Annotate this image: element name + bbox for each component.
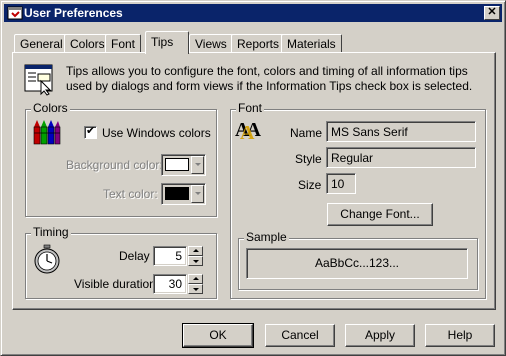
tab-colors-label: Colors (70, 37, 105, 51)
visible-duration-decrement-button[interactable] (188, 284, 203, 294)
visible-duration-increment-button[interactable] (188, 274, 203, 284)
help-button[interactable]: Help (425, 324, 495, 347)
font-size-label: Size (298, 178, 322, 192)
background-color-label: Background color: (66, 158, 163, 172)
sample-preview: AaBbCc...123... (246, 248, 468, 279)
chevron-down-icon (195, 163, 201, 166)
visible-duration-spinner[interactable] (188, 274, 203, 294)
arrow-down-icon (193, 260, 199, 263)
sample-group-title: Sample (244, 230, 289, 244)
font-group-title: Font (236, 101, 265, 115)
font-name-value: MS Sans Serif (331, 125, 408, 139)
arrow-up-icon (193, 249, 199, 252)
font-style-label: Style (295, 152, 322, 166)
tips-panel: Tips allows you to configure the font, c… (12, 52, 496, 310)
tab-tips[interactable]: Tips (145, 31, 189, 54)
text-color-dropdown-button[interactable] (191, 185, 204, 203)
background-color-swatch (165, 158, 189, 171)
sample-text: AaBbCc...123... (314, 256, 400, 270)
tab-views[interactable]: Views (189, 34, 233, 53)
font-style-field: Regular (326, 147, 476, 168)
ok-button[interactable]: OK (182, 323, 254, 348)
user-preferences-window: User Preferences ✕ General Colors Font T… (0, 0, 506, 356)
cancel-button[interactable]: Cancel (265, 324, 335, 347)
visible-duration-value: 30 (168, 277, 182, 291)
tab-materials[interactable]: Materials (281, 34, 342, 53)
window-title: User Preferences (24, 6, 123, 20)
colors-group-title: Colors (31, 101, 70, 115)
tooltip-window-icon (24, 64, 53, 96)
text-color-swatch (165, 187, 189, 200)
apply-button[interactable]: Apply (345, 324, 415, 347)
arrow-down-icon (193, 288, 199, 291)
use-windows-colors-label: Use Windows colors (102, 126, 211, 140)
tab-reports-label: Reports (237, 37, 280, 51)
tab-tips-label: Tips (151, 35, 174, 49)
tab-font[interactable]: Font (105, 34, 142, 53)
background-color-picker[interactable] (161, 154, 206, 176)
visible-duration-input[interactable]: 30 (153, 274, 187, 294)
apply-button-label: Apply (364, 328, 396, 342)
font-style-value: Regular (331, 151, 374, 165)
background-color-dropdown-button[interactable] (191, 156, 204, 174)
intro-text: Tips allows you to configure the font, c… (66, 64, 473, 93)
crayons-icon (33, 120, 61, 145)
delay-input[interactable]: 5 (153, 246, 187, 266)
title-bar[interactable]: User Preferences ✕ (4, 4, 502, 22)
use-windows-colors-checkbox[interactable]: ✔ (84, 125, 97, 139)
font-size-field: 10 (326, 173, 356, 194)
delay-increment-button[interactable] (188, 246, 203, 256)
change-font-button[interactable]: Change Font... (327, 203, 433, 226)
font-size-value: 10 (331, 177, 345, 191)
tab-materials-label: Materials (287, 37, 336, 51)
text-color-picker[interactable] (161, 183, 206, 205)
cancel-button-label: Cancel (281, 328, 319, 342)
tab-colors[interactable]: Colors (64, 34, 111, 53)
font-aa-icon-shadow: A (240, 122, 255, 144)
tab-reports[interactable]: Reports (231, 34, 286, 53)
ok-button-label: OK (209, 328, 227, 342)
close-icon: ✕ (487, 6, 497, 18)
font-name-label: Name (290, 126, 323, 140)
delay-value: 5 (175, 249, 182, 263)
close-button[interactable]: ✕ (484, 6, 500, 20)
font-aa-icon: AA A (235, 119, 269, 144)
tab-font-label: Font (111, 37, 136, 51)
checkmark-icon: ✔ (86, 125, 96, 137)
timing-group-title: Timing (31, 225, 71, 239)
chevron-down-icon (195, 192, 201, 195)
delay-spinner[interactable] (188, 246, 203, 266)
tab-general[interactable]: General (14, 34, 69, 53)
tab-views-label: Views (195, 37, 227, 51)
stopwatch-icon (34, 244, 60, 274)
delay-label: Delay (119, 249, 150, 263)
change-font-button-label: Change Font... (340, 207, 420, 221)
delay-decrement-button[interactable] (188, 256, 203, 266)
help-button-label: Help (447, 328, 473, 342)
app-icon (7, 6, 23, 20)
tab-general-label: General (20, 37, 63, 51)
arrow-up-icon (193, 277, 199, 280)
font-name-field: MS Sans Serif (326, 121, 476, 142)
visible-duration-label: Visible duration (74, 277, 156, 291)
text-color-label: Text color: (103, 187, 158, 201)
